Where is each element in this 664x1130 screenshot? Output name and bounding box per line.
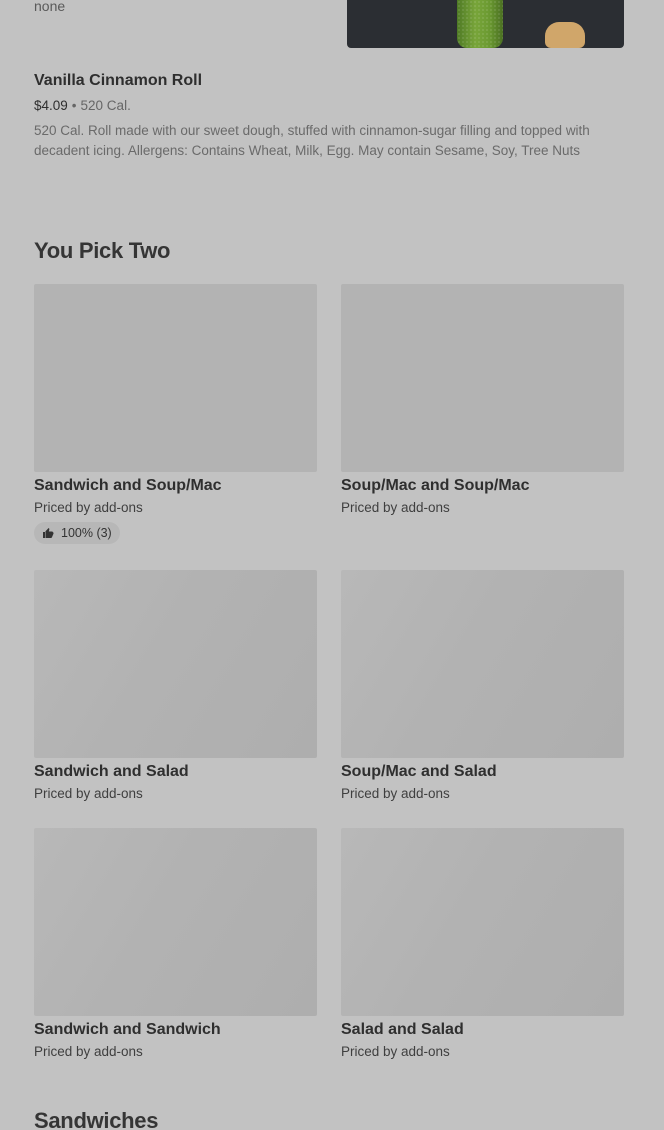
card-price: Priced by add-ons <box>341 1044 450 1059</box>
card-name: Sandwich and Salad <box>34 763 189 780</box>
section-title-you-pick-two: You Pick Two <box>34 238 171 263</box>
menu-item-title[interactable]: Vanilla Cinnamon Roll <box>34 72 202 90</box>
card-sandwich-and-sandwich[interactable]: Sandwich and Sandwich Priced by add-ons <box>34 828 317 1060</box>
card-image[interactable] <box>341 570 624 758</box>
rating-text: 100% (3) <box>61 526 112 540</box>
card-price: Priced by add-ons <box>34 786 143 801</box>
card-image[interactable] <box>341 284 624 472</box>
card-name: Salad and Salad <box>341 1021 464 1038</box>
previous-item-image[interactable] <box>347 0 624 48</box>
card-image[interactable] <box>341 828 624 1016</box>
card-name: Sandwich and Sandwich <box>34 1021 221 1038</box>
card-name: Soup/Mac and Soup/Mac <box>341 477 530 494</box>
menu-item-calories: 520 Cal. <box>80 98 131 113</box>
card-name: Sandwich and Soup/Mac <box>34 477 222 494</box>
card-price: Priced by add-ons <box>34 500 143 515</box>
card-soup-mac-and-salad[interactable]: Soup/Mac and Salad Priced by add-ons <box>341 570 624 802</box>
drink-cup-image <box>457 0 503 48</box>
card-image[interactable] <box>34 828 317 1016</box>
menu-item-description: 520 Cal. Roll made with our sweet dough,… <box>34 123 590 158</box>
card-price: Priced by add-ons <box>341 786 450 801</box>
menu-page: none Vanilla Cinnamon Roll $4.09 • 520 Cal… <box>0 0 664 1130</box>
card-price: Priced by add-ons <box>341 500 450 515</box>
menu-item-price: $4.09 <box>34 98 68 113</box>
section-title-sandwiches: Sandwiches <box>34 1108 159 1130</box>
card-salad-and-salad[interactable]: Salad and Salad Priced by add-ons <box>341 828 624 1060</box>
meta-separator: • <box>71 98 77 113</box>
menu-item-meta: $4.09 • 520 Cal. <box>34 98 131 113</box>
card-sandwich-and-soup-mac[interactable]: Sandwich and Soup/Mac Priced by add-ons … <box>34 284 317 544</box>
previous-item[interactable]: none <box>0 0 664 60</box>
card-image[interactable] <box>34 284 317 472</box>
card-sandwich-and-salad[interactable]: Sandwich and Salad Priced by add-ons <box>34 570 317 802</box>
card-image[interactable] <box>34 570 317 758</box>
previous-item-option: none <box>34 0 66 14</box>
hand-image <box>545 22 585 48</box>
thumbs-up-icon <box>43 528 54 538</box>
card-soup-mac-and-soup-mac[interactable]: Soup/Mac and Soup/Mac Priced by add-ons <box>341 284 624 516</box>
card-price: Priced by add-ons <box>34 1044 143 1059</box>
card-name: Soup/Mac and Salad <box>341 763 497 780</box>
rating-badge: 100% (3) <box>34 522 120 544</box>
